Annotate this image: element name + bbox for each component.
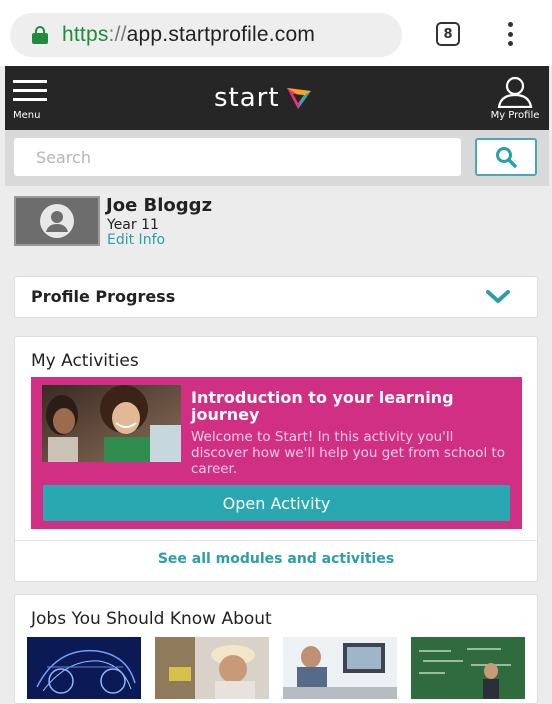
activity-tile[interactable]: Introduction to your learning journey We…: [31, 377, 522, 529]
job-thumbnail[interactable]: [283, 637, 397, 699]
edit-info-link[interactable]: Edit Info: [107, 232, 165, 248]
profile-progress-card[interactable]: Profile Progress: [14, 276, 538, 318]
activity-description: Welcome to Start! In this activity you'l…: [191, 429, 506, 477]
url-separator: ://: [108, 23, 127, 46]
start-logo[interactable]: start: [214, 80, 314, 116]
hamburger-icon: [13, 80, 53, 101]
url-scheme: https: [62, 23, 109, 46]
app-header: Menu start My Profile: [5, 66, 549, 130]
default-avatar-icon: [40, 204, 74, 238]
search-button[interactable]: [475, 138, 537, 176]
my-activities-title: My Activities: [31, 351, 139, 371]
open-activity-button[interactable]: Open Activity: [43, 485, 510, 521]
job-thumbnail[interactable]: [411, 637, 525, 699]
tab-switcher-button[interactable]: 8: [436, 22, 460, 46]
menu-label: Menu: [13, 110, 41, 121]
job-thumbnail[interactable]: [27, 637, 141, 699]
url-text: https://app.startprofile.com: [62, 23, 315, 47]
url-host: app.startprofile.com: [126, 23, 316, 46]
lock-icon: [32, 26, 48, 44]
search-icon: [496, 147, 517, 168]
avatar: [14, 196, 100, 246]
user-icon: [497, 76, 533, 108]
see-all-modules-link[interactable]: See all modules and activities: [15, 551, 537, 567]
browser-menu-icon[interactable]: [498, 20, 522, 48]
user-year: Year 11: [107, 217, 159, 233]
my-profile-label: My Profile: [490, 110, 540, 121]
logo-text: start: [214, 83, 280, 113]
user-name: Joe Bloggz: [106, 195, 213, 216]
browser-toolbar: https://app.startprofile.com 8: [0, 0, 552, 66]
jobs-title: Jobs You Should Know About: [31, 609, 272, 629]
chevron-down-icon[interactable]: [485, 289, 511, 305]
job-thumbnail[interactable]: [155, 637, 269, 699]
search-input[interactable]: [14, 138, 461, 176]
my-profile-button[interactable]: My Profile: [483, 76, 547, 126]
search-bar: [5, 130, 549, 186]
activity-heading: Introduction to your learning journey: [191, 388, 454, 424]
address-bar[interactable]: https://app.startprofile.com: [10, 13, 402, 57]
profile-progress-title: Profile Progress: [31, 287, 176, 306]
menu-button[interactable]: Menu: [13, 80, 53, 124]
divider: [15, 540, 537, 541]
jobs-card: Jobs You Should Know About: [14, 594, 538, 704]
my-activities-card: My Activities Introduction to your learn…: [14, 336, 538, 582]
logo-mark-icon: [286, 88, 311, 109]
activity-image: [42, 385, 181, 462]
